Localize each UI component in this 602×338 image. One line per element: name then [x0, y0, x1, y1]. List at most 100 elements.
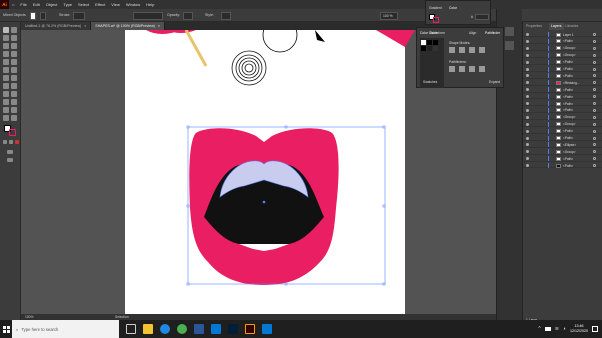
minus-front-icon[interactable] — [459, 47, 465, 53]
chevron-up-icon[interactable]: ^ — [538, 326, 540, 332]
rotate-tool-icon[interactable] — [3, 75, 9, 81]
layer-name[interactable]: <Path> — [563, 157, 573, 161]
outlook-icon[interactable] — [262, 324, 272, 334]
layer-row[interactable]: <Group> — [523, 121, 602, 128]
hex-input[interactable] — [475, 14, 489, 20]
edge-icon[interactable] — [160, 324, 170, 334]
merge-icon[interactable] — [469, 66, 475, 72]
menu-file[interactable]: File — [17, 2, 29, 7]
layer-name[interactable]: <Group> — [563, 122, 576, 126]
clock[interactable]: 13:46 12/12/2020 — [570, 324, 588, 334]
target-circle-icon[interactable] — [593, 136, 596, 140]
visibility-eye-icon[interactable] — [526, 67, 529, 71]
direct-selection-tool-icon[interactable] — [11, 27, 17, 33]
menu-select[interactable]: Select — [75, 2, 92, 7]
line-tool-icon[interactable] — [11, 51, 17, 57]
scale-tool-icon[interactable] — [11, 75, 17, 81]
target-circle-icon[interactable] — [593, 108, 596, 112]
tab-libraries[interactable]: Libraries — [563, 23, 580, 30]
swatches-panel-icon[interactable] — [505, 41, 514, 50]
tab-pathfinder[interactable]: Pathfinder — [485, 31, 500, 35]
menu-effect[interactable]: Effect — [92, 2, 108, 7]
layer-row[interactable]: Layer 1 — [523, 32, 602, 38]
tab-layers[interactable]: Layers — [549, 23, 564, 30]
zoom-status[interactable]: 100% — [25, 315, 33, 319]
zoom-tool-icon[interactable] — [11, 115, 17, 121]
lasso-tool-icon[interactable] — [11, 35, 17, 41]
rectangle-tool-icon[interactable] — [3, 59, 9, 65]
eraser-tool-icon[interactable] — [11, 67, 17, 73]
intersect-icon[interactable] — [469, 47, 475, 53]
target-circle-icon[interactable] — [593, 74, 596, 78]
target-circle-icon[interactable] — [593, 164, 596, 168]
layer-name[interactable]: <Path> — [563, 102, 573, 106]
pencil-tool-icon[interactable] — [3, 67, 9, 73]
menu-edit[interactable]: Edit — [30, 2, 43, 7]
layer-row[interactable]: <Group> — [523, 149, 602, 155]
close-icon[interactable]: × — [84, 24, 86, 28]
photoshop-icon[interactable] — [228, 324, 238, 334]
layer-name[interactable]: Layer 1 — [563, 33, 574, 37]
visibility-eye-icon[interactable] — [526, 53, 529, 57]
outline-circle[interactable] — [262, 30, 298, 53]
visibility-eye-icon[interactable] — [526, 74, 529, 78]
magic-wand-tool-icon[interactable] — [3, 35, 9, 41]
layer-name[interactable]: <Path> — [563, 74, 573, 78]
menu-window[interactable]: Window — [123, 2, 143, 7]
target-circle-icon[interactable] — [593, 81, 596, 85]
divide-icon[interactable] — [449, 66, 455, 72]
layer-row[interactable]: <Group> — [523, 114, 602, 121]
layer-name[interactable]: <Path> — [563, 88, 573, 92]
notification-icon[interactable] — [592, 326, 598, 332]
selection-tool-icon[interactable] — [3, 27, 9, 33]
tab-align[interactable]: Align — [469, 31, 476, 35]
layer-row[interactable]: <Group> — [523, 52, 602, 59]
layer-row[interactable]: <Path> — [523, 107, 602, 114]
trim-icon[interactable] — [459, 66, 465, 72]
artboard-tool-icon[interactable] — [3, 107, 9, 113]
target-circle-icon[interactable] — [593, 60, 596, 64]
yellow-stick[interactable] — [184, 30, 208, 67]
menu-object[interactable]: Object — [43, 2, 61, 7]
layer-row[interactable]: <Path> — [523, 101, 602, 107]
tab-transform[interactable]: Transform — [430, 31, 445, 35]
layer-row[interactable]: <Path> — [523, 128, 602, 134]
visibility-eye-icon[interactable] — [526, 157, 529, 161]
gradient-tool-icon[interactable] — [11, 91, 17, 97]
layer-row[interactable]: <Path> — [523, 66, 602, 72]
layer-row[interactable]: <Path> — [523, 59, 602, 65]
target-circle-icon[interactable] — [593, 88, 596, 92]
lips-group[interactable] — [189, 128, 339, 285]
exclude-icon[interactable] — [479, 47, 485, 53]
layer-name[interactable]: <Group> — [563, 150, 576, 154]
unite-icon[interactable] — [449, 47, 455, 53]
task-view-icon[interactable] — [126, 324, 136, 334]
layer-name[interactable]: <Group> — [563, 46, 576, 50]
visibility-eye-icon[interactable] — [526, 136, 529, 140]
expand-button[interactable]: Expand — [489, 80, 500, 84]
swatch[interactable] — [427, 40, 432, 45]
tab-properties[interactable]: Properties — [524, 23, 544, 30]
spiral-rings[interactable] — [231, 50, 267, 86]
fill-swatch[interactable] — [30, 11, 36, 20]
swatch[interactable] — [421, 46, 426, 51]
layer-row[interactable]: <Group> — [523, 45, 602, 52]
taskbar-search[interactable]: ⌕ Type here to search — [12, 320, 119, 338]
layer-name[interactable]: <Group> — [563, 53, 576, 57]
stroke-swatch[interactable] — [433, 17, 439, 23]
stroke-color-icon[interactable] — [9, 129, 16, 136]
eyedropper-tool-icon[interactable] — [3, 99, 9, 105]
layer-row[interactable]: <Path> — [523, 73, 602, 79]
layer-name[interactable]: <Ellipse> — [563, 143, 576, 147]
battery-icon[interactable] — [544, 327, 551, 331]
visibility-eye-icon[interactable] — [526, 143, 529, 147]
layer-row[interactable]: <Path> — [523, 135, 602, 141]
visibility-eye-icon[interactable] — [526, 122, 529, 126]
visibility-eye-icon[interactable] — [526, 150, 529, 154]
target-circle-icon[interactable] — [593, 129, 596, 133]
target-circle-icon[interactable] — [593, 122, 596, 126]
width-tool-icon[interactable] — [3, 83, 9, 89]
target-circle-icon[interactable] — [593, 39, 596, 43]
swatch[interactable] — [433, 46, 438, 51]
visibility-eye-icon[interactable] — [526, 60, 529, 64]
